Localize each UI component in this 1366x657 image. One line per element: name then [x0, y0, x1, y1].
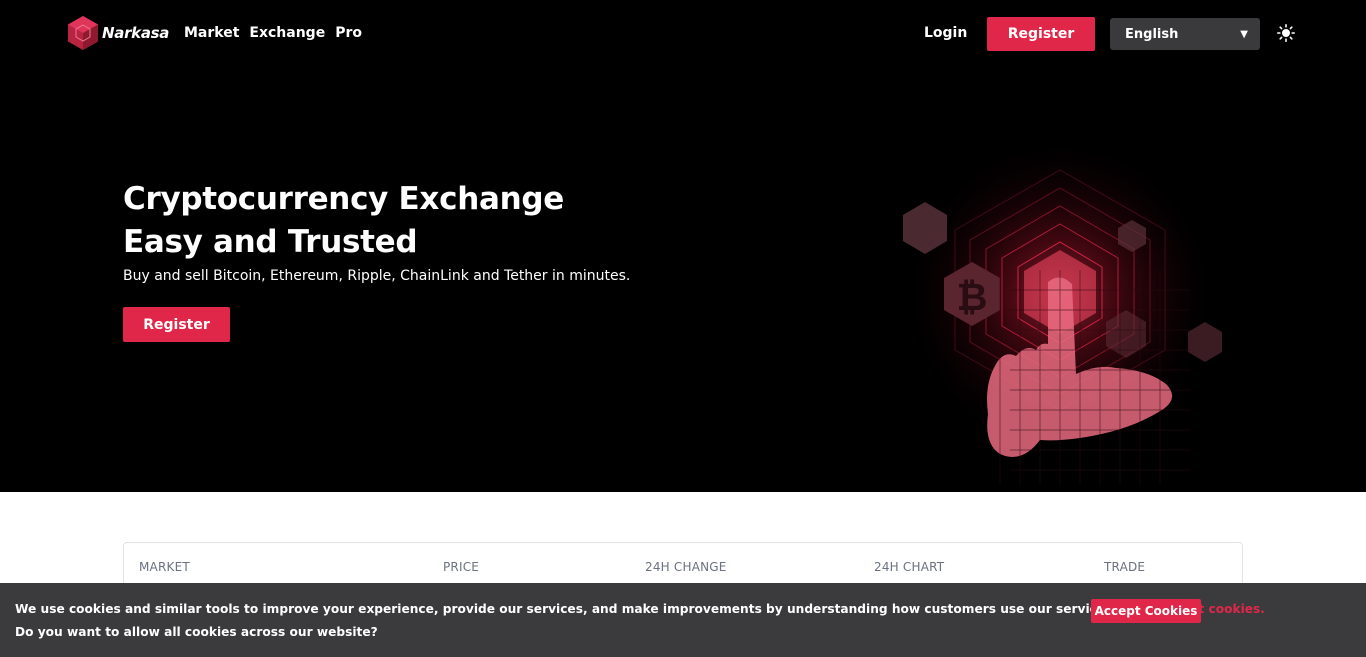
chevron-down-icon: ▼ — [1240, 28, 1248, 40]
column-trade: TRADE — [1104, 560, 1146, 574]
sun-icon[interactable] — [1277, 24, 1295, 42]
nav-pro-link[interactable]: Pro — [335, 25, 362, 41]
nav-register-button[interactable]: Register — [987, 17, 1095, 51]
nav-exchange-link[interactable]: Exchange — [249, 25, 325, 41]
column-market: MARKET — [139, 560, 190, 574]
svg-text:₿: ₿ — [957, 275, 988, 319]
logo-icon — [68, 16, 98, 50]
hero-subtitle: Buy and sell Bitcoin, Ethereum, Ripple, … — [123, 268, 631, 284]
brand-name: Narkasa — [102, 24, 170, 42]
hero-title-line1: Cryptocurrency Exchange — [123, 181, 564, 217]
language-select[interactable]: English ▼ — [1110, 18, 1260, 50]
login-link[interactable]: Login — [924, 25, 967, 41]
cookie-message-text: We use cookies and similar tools to impr… — [15, 602, 1117, 616]
column-price: PRICE — [443, 560, 480, 574]
column-24h-change: 24H CHANGE — [645, 560, 727, 574]
column-24h-chart: 24H CHART — [874, 560, 945, 574]
cookie-message: We use cookies and similar tools to impr… — [15, 602, 1265, 616]
cookie-question: Do you want to allow all cookies across … — [15, 625, 378, 639]
hero-title-line2: Easy and Trusted — [123, 224, 418, 260]
hero-register-button[interactable]: Register — [123, 307, 230, 342]
nav-market-link[interactable]: Market — [184, 25, 239, 41]
hero-section: Narkasa Market Exchange Pro Login Regist… — [0, 0, 1366, 492]
brand-logo[interactable]: Narkasa — [67, 15, 169, 51]
hero-title: Cryptocurrency Exchange Easy and Trusted — [123, 178, 564, 264]
hero-illustration: ₿ — [900, 150, 1222, 485]
cookie-banner: We use cookies and similar tools to impr… — [0, 583, 1366, 657]
main-nav: Market Exchange Pro — [184, 25, 362, 41]
accept-cookies-button[interactable]: Accept Cookies — [1091, 599, 1201, 623]
language-value: English — [1125, 26, 1179, 42]
